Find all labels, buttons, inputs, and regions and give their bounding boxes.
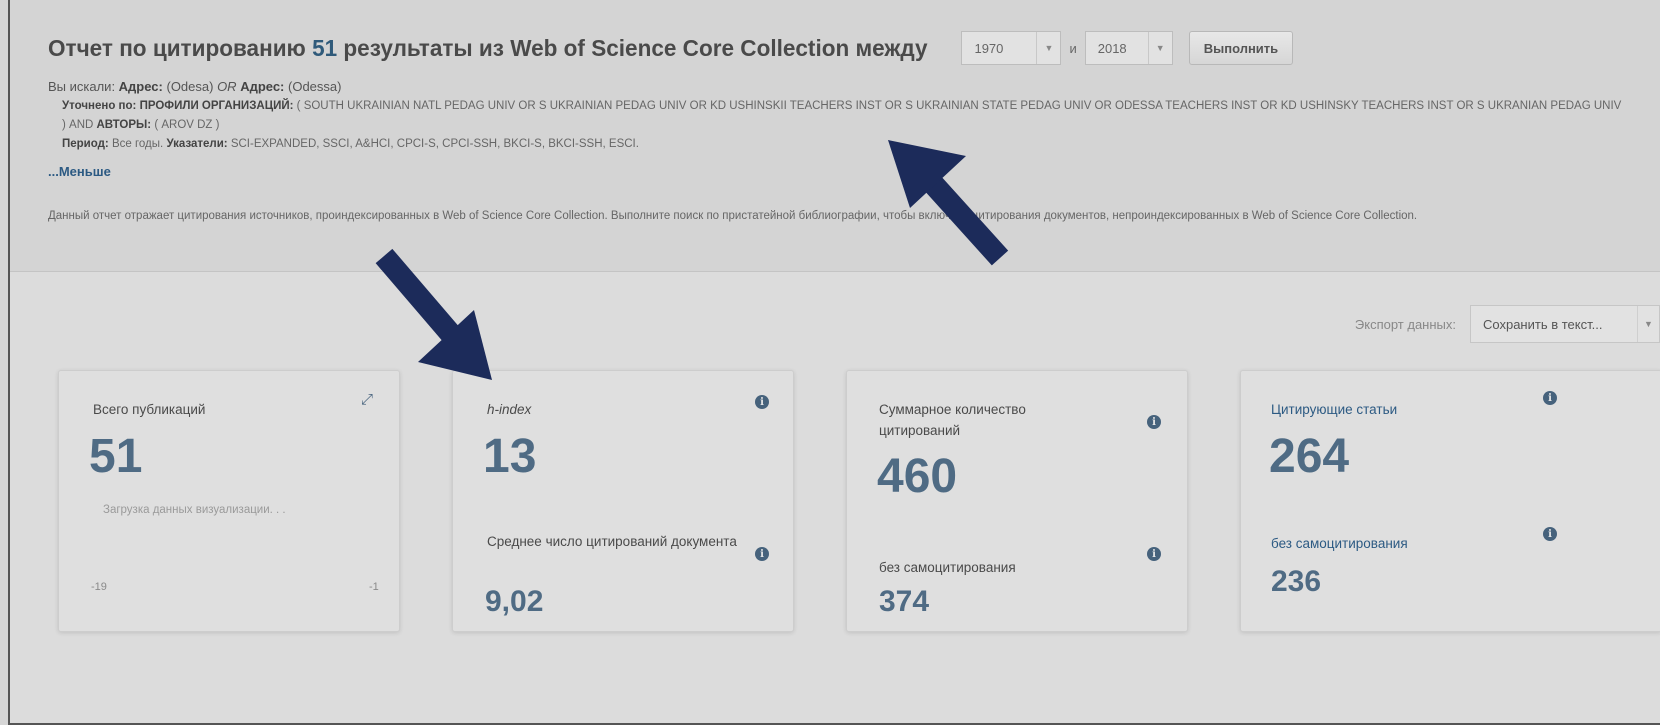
annotation-arrow-down [375, 248, 492, 380]
export-option: Сохранить в текст... [1483, 316, 1603, 332]
year-from-value: 1970 [974, 40, 1004, 56]
run-button[interactable]: Выполнить [1188, 31, 1294, 65]
search-query: Вы искали: Адрес: (Odesa) OR Адрес: (Ode… [48, 79, 341, 94]
export-label: Экспорт данных: [1354, 316, 1456, 332]
report-header: Отчет по цитированию 51 результаты из We… [10, 0, 1660, 272]
citations-noself-value: 374 [879, 585, 930, 618]
query-value-1: (Odesa) [162, 79, 218, 94]
total-citations-value: 460 [877, 450, 958, 503]
card-total-publications: Всего публикаций ⤢ 51 Загрузка данных ви… [58, 370, 400, 632]
avg-citations-value: 9,02 [485, 585, 544, 618]
indexes-value: SCI-EXPANDED, SSCI, A&HCI, CPCI-S, CPCI-… [227, 138, 639, 150]
chevron-down-icon: ▼ [1637, 306, 1659, 342]
info-icon[interactable]: i [1543, 391, 1557, 405]
query-field-2: Адрес: [240, 79, 285, 94]
authors-label: АВТОРЫ: [96, 119, 152, 131]
info-icon[interactable]: i [755, 547, 769, 561]
card-total-citations: Суммарное количество цитирований i 460 б… [846, 370, 1188, 632]
searched-label: Вы искали: [48, 79, 119, 94]
info-icon[interactable]: i [1147, 415, 1161, 429]
report-frame: Отчет по цитированию 51 результаты из We… [8, 0, 1660, 725]
card-citing-articles: Цитирующие статьи i 264 без самоцитирова… [1240, 370, 1660, 632]
chevron-down-icon: ▼ [1147, 32, 1172, 64]
page-title: Отчет по цитированию 51 результаты из We… [48, 35, 928, 62]
query-operator: OR [217, 79, 241, 94]
indexes-label: Указатели: [166, 138, 228, 150]
citing-articles-label[interactable]: Цитирующие статьи [1271, 399, 1397, 420]
export-data: Экспорт данных: Сохранить в текст... ▼ [1355, 305, 1660, 343]
info-icon[interactable]: i [755, 395, 769, 409]
authors-value: ( AROV DZ ) [151, 119, 220, 131]
annotation-arrow-up [888, 140, 1009, 266]
title-prefix: Отчет по цитированию [48, 34, 313, 61]
year-to-value: 2018 [1097, 40, 1127, 56]
axis-right-label: -1 [369, 581, 379, 593]
query-field-1: Адрес: [118, 79, 163, 94]
citations-noself-label: без самоцитирования [879, 560, 1016, 575]
h-index-value: 13 [483, 430, 537, 483]
citing-noself-value: 236 [1271, 565, 1322, 598]
total-citations-label: Суммарное количество цитирований [879, 402, 1026, 438]
period-label: Период: [62, 138, 109, 150]
year-to-select[interactable]: 2018 ▼ [1084, 31, 1173, 65]
card-h-index: h-index i 13 Среднее число цитирований д… [452, 370, 794, 632]
title-suffix: результаты из Web of Science Core Collec… [337, 34, 928, 61]
refined-by: Уточнено по: ПРОФИЛИ ОРГАНИЗАЦИЙ: ( SOUT… [62, 97, 1622, 135]
total-publications-value: 51 [89, 430, 143, 483]
year-from-select[interactable]: 1970 ▼ [961, 31, 1062, 65]
citing-articles-value: 264 [1269, 430, 1350, 483]
period-value: Все годы. [108, 138, 167, 150]
query-value-2: (Odessa) [284, 79, 342, 94]
org-label: ПРОФИЛИ ОРГАНИЗАЦИЙ: [139, 100, 294, 112]
org-value: ( SOUTH UKRAINIAN NATL PEDAG UNIV OR S U… [62, 100, 1622, 131]
title-count: 51 [312, 34, 338, 61]
avg-citations-label: Среднее число цитирований документа [487, 534, 737, 549]
title-row: Отчет по цитированию 51 результаты из We… [48, 31, 1294, 65]
axis-left-label: -19 [91, 581, 107, 593]
info-icon[interactable]: i [1147, 547, 1161, 561]
total-publications-label: Всего публикаций [93, 402, 206, 417]
and-label: и [1069, 40, 1077, 56]
info-icon[interactable]: i [1543, 527, 1557, 541]
h-index-label: h-index [487, 402, 532, 417]
less-link[interactable]: ...Меньше [48, 164, 111, 179]
expand-icon[interactable]: ⤢ [361, 391, 373, 408]
report-note: Данный отчет отражает цитирования источн… [48, 210, 1418, 222]
export-select[interactable]: Сохранить в текст... ▼ [1470, 305, 1660, 343]
loading-visualization: Загрузка данных визуализации. . . [103, 504, 286, 516]
chevron-down-icon: ▼ [1036, 32, 1060, 64]
citing-noself-label[interactable]: без самоцитирования [1271, 533, 1408, 554]
refined-label: Уточнено по: [62, 100, 140, 112]
period-indexes: Период: Все годы. Указатели: SCI-EXPANDE… [62, 135, 1622, 154]
refine-details: Уточнено по: ПРОФИЛИ ОРГАНИЗАЦИЙ: ( SOUT… [62, 97, 1622, 154]
